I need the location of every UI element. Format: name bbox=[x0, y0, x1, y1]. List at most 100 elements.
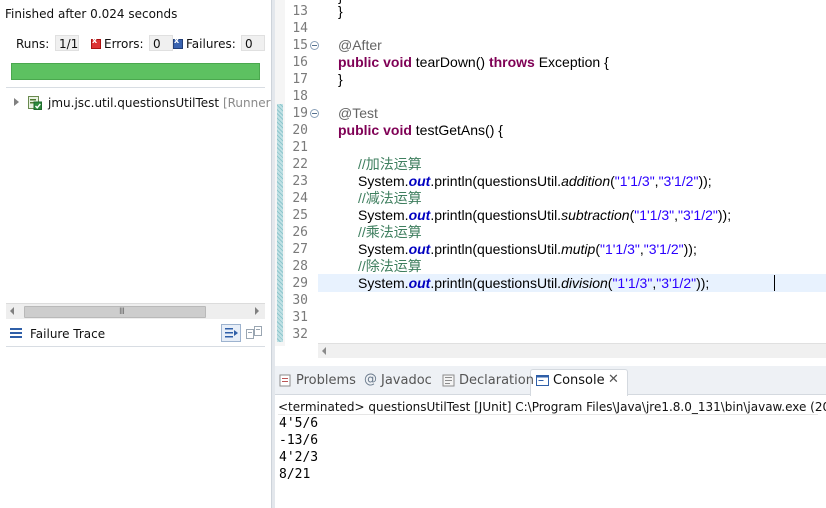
scroll-left-icon[interactable] bbox=[10, 307, 14, 315]
code-line: public void testGetAns() { bbox=[338, 122, 503, 139]
line-number: 17 bbox=[292, 72, 308, 87]
string-token: "1'1/3" bbox=[614, 173, 655, 189]
static-method-token: addition bbox=[561, 173, 611, 189]
junit-status: Finished after 0.024 seconds bbox=[5, 7, 178, 21]
filter-trace-button[interactable] bbox=[221, 324, 241, 342]
line-number: 19 bbox=[292, 106, 308, 121]
runs-label: Runs: bbox=[16, 37, 50, 51]
tree-horizontal-scrollbar[interactable]: III bbox=[6, 303, 265, 319]
tab-label: Console bbox=[553, 373, 605, 388]
fold-toggle-icon[interactable] bbox=[310, 109, 319, 118]
code-text: )); bbox=[696, 275, 710, 291]
junit-counters: Runs: 1/1 Errors: 0 Failures: 0 bbox=[5, 33, 265, 55]
declaration-icon bbox=[442, 374, 455, 387]
compare-result-button[interactable] bbox=[245, 324, 263, 342]
problems-icon bbox=[279, 374, 291, 387]
code-line: System.out.println(questionsUtil.mutip("… bbox=[358, 241, 697, 258]
console-icon bbox=[536, 375, 549, 386]
line-number: 21 bbox=[292, 140, 308, 155]
bottom-views: Problems @ Javadoc Declaration Console ✕… bbox=[275, 366, 826, 508]
string-token: "1'1/3" bbox=[599, 241, 640, 257]
errors-value: 0 bbox=[149, 35, 173, 51]
console-process-label: <terminated> questionsUtilTest [JUnit] C… bbox=[278, 400, 826, 414]
console-output-line: -13/6 bbox=[279, 433, 319, 448]
line-number: 25 bbox=[292, 208, 308, 223]
code-text: } bbox=[338, 71, 343, 87]
error-icon bbox=[91, 36, 101, 49]
static-method-token: mutip bbox=[561, 241, 596, 257]
code-line: @After bbox=[338, 37, 382, 54]
scroll-thumb[interactable]: III bbox=[24, 306, 206, 318]
filter-stack-icon bbox=[225, 328, 238, 338]
line-number: 22 bbox=[292, 157, 308, 172]
fold-toggle-icon[interactable] bbox=[310, 41, 319, 50]
code-text: )); bbox=[683, 241, 697, 257]
code-text: .println(questionsUtil. bbox=[430, 241, 562, 257]
comment-token: //除法运算 bbox=[358, 258, 422, 274]
static-field-token: out bbox=[408, 275, 431, 291]
failure-trace-header: Failure Trace bbox=[6, 322, 265, 347]
keyword-token: public bbox=[338, 122, 380, 138]
method-signature: testGetAns() { bbox=[415, 122, 503, 138]
editor-horizontal-scrollbar[interactable] bbox=[318, 343, 826, 358]
failure-icon bbox=[173, 36, 183, 49]
string-token: "3'1/2" bbox=[656, 275, 697, 291]
scroll-left-icon[interactable] bbox=[322, 347, 326, 355]
console-output[interactable]: 4'5/6 -13/6 4'2/3 8/21 bbox=[278, 414, 818, 483]
code-line: public void tearDown() throws Exception … bbox=[338, 54, 609, 71]
failure-trace-label: Failure Trace bbox=[30, 327, 106, 341]
junit-panel: Finished after 0.024 seconds Runs: 1/1 E… bbox=[0, 0, 274, 508]
javadoc-icon: @ bbox=[364, 372, 377, 387]
static-field-token: out bbox=[408, 173, 431, 189]
code-line: System.out.println(questionsUtil.divisio… bbox=[358, 275, 709, 292]
line-number: 15 bbox=[292, 38, 308, 53]
line-number: 27 bbox=[292, 242, 308, 257]
test-class-name: jmu.jsc.util.questionsUtilTest bbox=[48, 96, 220, 110]
code-text: )); bbox=[698, 173, 712, 189]
scroll-right-icon[interactable] bbox=[255, 307, 259, 315]
expand-arrow-icon[interactable] bbox=[14, 98, 19, 106]
line-number: 20 bbox=[292, 123, 308, 138]
line-number: 14 bbox=[292, 21, 308, 36]
text-caret bbox=[774, 275, 775, 291]
errors-counter: Errors: bbox=[91, 36, 144, 51]
code-line: //加法运算 bbox=[358, 156, 422, 173]
quick-diff-marker bbox=[277, 104, 283, 342]
static-field-token: out bbox=[408, 207, 431, 223]
string-token: "3'1/2" bbox=[643, 241, 684, 257]
compare-icon bbox=[246, 326, 262, 339]
comment-token: //加法运算 bbox=[358, 156, 422, 172]
code-line: //乘法运算 bbox=[358, 224, 422, 241]
string-token: "3'1/2" bbox=[678, 207, 718, 223]
code-text: .println(questionsUtil. bbox=[430, 207, 562, 223]
code-line: } bbox=[338, 3, 343, 20]
keyword-token: public bbox=[338, 54, 380, 70]
code-text: System. bbox=[358, 173, 409, 189]
static-field-token: out bbox=[408, 241, 431, 257]
code-text: System. bbox=[358, 241, 409, 257]
failures-counter: Failures: bbox=[173, 36, 236, 51]
failures-label: Failures: bbox=[186, 37, 236, 51]
line-number: 31 bbox=[292, 310, 308, 325]
stack-trace-icon bbox=[10, 328, 22, 339]
code-text: System. bbox=[358, 207, 409, 223]
code-line: @Test bbox=[338, 105, 378, 122]
runs-value: 1/1 bbox=[55, 35, 79, 51]
string-token: "1'1/3" bbox=[634, 207, 675, 223]
test-suite-icon bbox=[28, 96, 42, 110]
code-editor[interactable]: } 13} 14 15 @After 16 public void tearDown() t… bbox=[275, 0, 826, 358]
junit-progress-bar bbox=[11, 63, 260, 80]
keyword-token: void bbox=[383, 54, 412, 70]
close-icon[interactable]: ✕ bbox=[608, 372, 619, 387]
console-output-line: 8/21 bbox=[279, 467, 311, 482]
line-number: 32 bbox=[292, 327, 308, 342]
code-line: //减法运算 bbox=[358, 190, 422, 207]
tab-label: Javadoc bbox=[381, 373, 432, 388]
code-text: )); bbox=[717, 207, 732, 223]
line-number: 30 bbox=[292, 293, 308, 308]
static-method-token: subtraction bbox=[561, 207, 630, 223]
line-number: 16 bbox=[292, 55, 308, 70]
errors-label: Errors: bbox=[104, 37, 144, 51]
code-text: } bbox=[338, 3, 343, 19]
line-number: 23 bbox=[292, 174, 308, 189]
